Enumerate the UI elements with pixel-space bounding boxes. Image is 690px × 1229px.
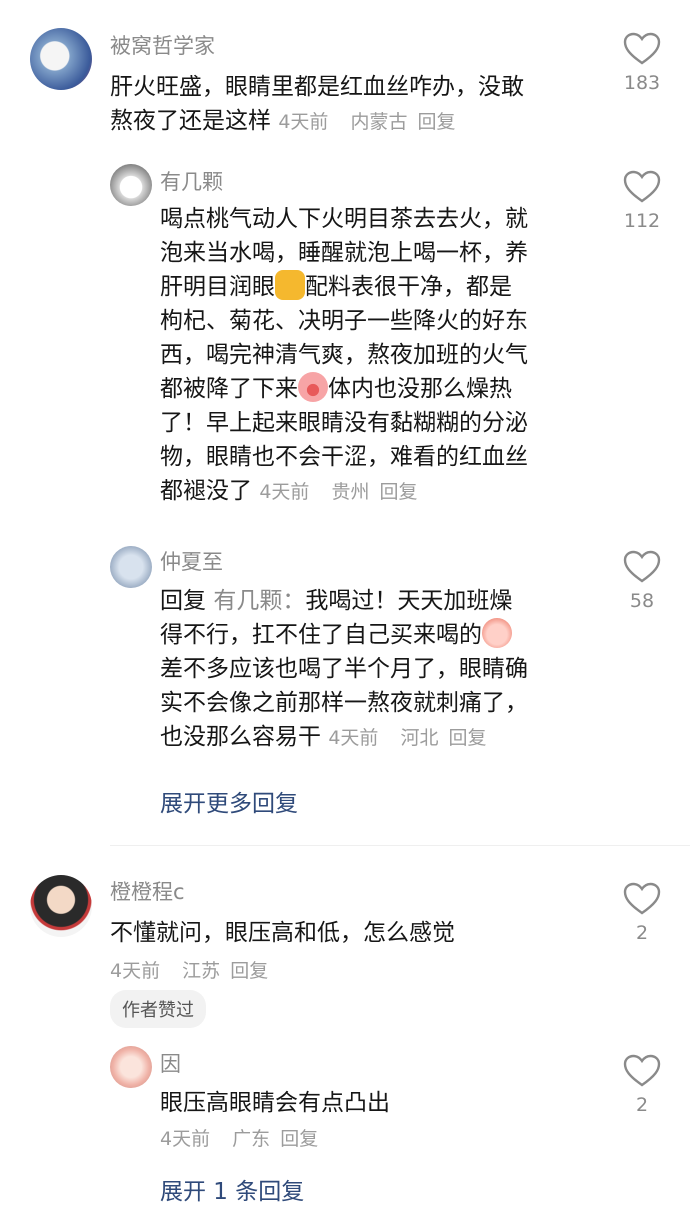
comment-text-fragment: 也没那么容易干 [160,724,321,750]
comment-meta: 4天前 贵州 回复 [259,481,421,503]
heart-icon [623,32,661,65]
like-button[interactable]: 2 [618,1054,666,1116]
comment-text-line: 差不多应该也喝了半个月了，眼睛确 [160,656,528,682]
reply-to-user[interactable]: 有几颗： [213,588,305,614]
avatar[interactable] [110,164,152,206]
comment-text-line: 实不会像之前那样一熬夜就刺痛了， [160,690,528,716]
comment-text: 不懂就问，眼压高和低，怎么感觉 [110,920,455,946]
like-button[interactable]: 183 [618,32,666,94]
comment-text-line: 物，眼睛也不会干涩，难看的红血丝 [160,444,528,470]
comment-location: 贵州 [331,481,370,503]
reply-button[interactable]: 回复 [280,1128,318,1150]
reply-label: 回复 [160,588,206,614]
avatar[interactable] [30,28,92,90]
heart-icon [623,882,661,915]
comment-text-fragment: 肝明目润眼 [160,274,275,300]
comment-text-line: 肝火旺盛，眼睛里都是红血丝咋办，没敢 [110,74,524,100]
like-count: 2 [635,1094,649,1116]
comment-time: 4天前 [328,727,379,749]
like-count: 58 [629,590,655,612]
like-count: 2 [635,922,649,944]
comment-text-line: 肝明目润眼 配料表很干净，都是 [160,270,600,304]
reply-button[interactable]: 回复 [230,960,268,982]
comment-text-fragment: 都被降了下来 [160,376,298,402]
reply-button[interactable]: 回复 [380,481,418,503]
comment-time: 4天前 [110,960,161,982]
comment-text: 眼压高眼睛会有点凸出 [160,1090,390,1116]
comment-username[interactable]: 橙橙程c [110,876,185,906]
comment-meta: 4天前 广东 回复 [160,1124,322,1151]
avatar[interactable] [110,546,152,588]
divider [110,845,690,846]
comment-text-fragment: 体内也没那么燥热 [328,376,512,402]
avatar[interactable] [30,875,92,937]
comment-text-line: 泡来当水喝，睡醒就泡上喝一杯，养 [160,240,528,266]
author-liked-badge: 作者赞过 [110,990,206,1028]
like-count: 183 [623,72,661,94]
comment-meta: 4天前 内蒙古 回复 [278,111,459,133]
comment-meta: 4天前 河北 回复 [328,727,490,749]
comment-location: 内蒙古 [350,111,408,133]
comment-text-line: 也没那么容易干 4天前 河北 回复 [160,720,600,755]
comment-text: 喝点桃气动人下火明目茶去去火，就 泡来当水喝，睡醒就泡上喝一杯，养 肝明目润眼 配… [160,202,600,509]
comment-text-line: 得不行，扛不住了自己买来喝的 [160,618,600,652]
comment-username[interactable]: 被窝哲学家 [110,30,215,60]
comment-username[interactable]: 有几颗 [160,166,223,196]
comment-text-fragment: 我喝过！天天加班燥 [305,588,513,614]
comment-meta: 4天前 江苏 回复 [110,956,272,983]
heart-icon [623,170,661,203]
comment-text-line: 都被降了下来 体内也没那么燥热 [160,372,600,406]
heart-icon [623,550,661,583]
comment-text-line: 枸杞、菊花、决明子一些降火的好东 [160,308,528,334]
heart-icon [623,1054,661,1087]
comment-text-fragment: 熬夜了还是这样 [110,108,271,134]
comment-time: 4天前 [160,1128,211,1150]
expand-more-replies[interactable]: 展开更多回复 [160,784,298,818]
like-button[interactable]: 2 [618,882,666,944]
comment-text-line: 西，喝完神清气爽，熬夜加班的火气 [160,342,528,368]
comment-text-line: 都褪没了 4天前 贵州 回复 [160,474,600,509]
comment-time: 4天前 [278,111,329,133]
avatar[interactable] [110,1046,152,1088]
pig-face-emoji-icon [298,372,328,402]
comment-location: 江苏 [182,960,221,982]
comment-text: 回复 有几颗：我喝过！天天加班燥 得不行，扛不住了自己买来喝的 差不多应该也喝了… [160,584,600,755]
comment-text-line: 回复 有几颗：我喝过！天天加班燥 [160,584,600,618]
comment-location: 广东 [232,1128,271,1150]
reply-button[interactable]: 回复 [449,727,487,749]
like-count: 112 [623,210,661,232]
comment-text-line: 喝点桃气动人下火明目茶去去火，就 [160,206,528,232]
thumbs-up-emoji-icon [275,270,305,300]
comment-text-line: 了！早上起来眼睛没有黏糊糊的分泌 [160,410,528,436]
comment-text-fragment: 得不行，扛不住了自己买来喝的 [160,622,482,648]
comment-text-fragment: 配料表很干净，都是 [305,274,512,300]
comment-location: 河北 [400,727,439,749]
like-button[interactable]: 112 [618,170,666,232]
like-button[interactable]: 58 [618,550,666,612]
reply-button[interactable]: 回复 [418,111,456,133]
comment-text-line: 熬夜了还是这样 4天前 内蒙古 回复 [110,104,600,139]
comment-text-fragment: 都褪没了 [160,478,252,504]
comment-text: 肝火旺盛，眼睛里都是红血丝咋办，没敢 熬夜了还是这样 4天前 内蒙古 回复 [110,70,600,139]
comment-username[interactable]: 仲夏至 [160,546,223,576]
expand-one-reply[interactable]: 展开 1 条回复 [160,1172,304,1206]
comment-time: 4天前 [259,481,310,503]
crying-face-emoji-icon [482,618,512,648]
comment-username[interactable]: 因 [160,1048,181,1078]
